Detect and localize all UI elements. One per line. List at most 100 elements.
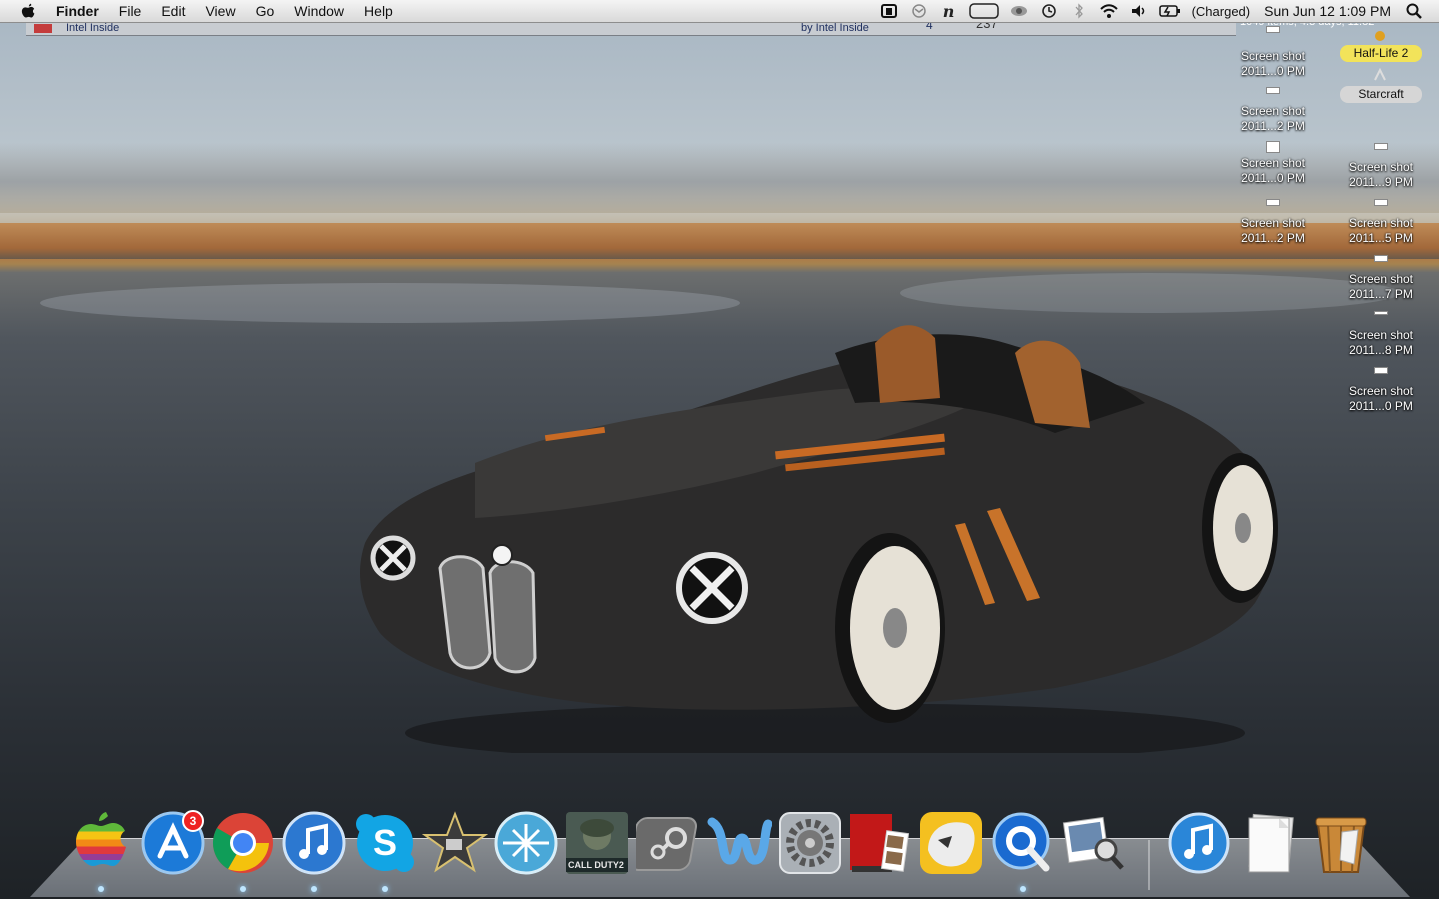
desktop-icon-screenshot[interactable]: Screen shot 2011...2 PM [1225,199,1321,246]
itunes-icon [282,811,346,875]
battery-icon[interactable] [1158,3,1181,19]
running-indicator [1020,886,1026,892]
apple-menu-icon[interactable] [18,2,38,20]
battery-status[interactable]: (Charged) [1192,4,1251,19]
running-indicator [311,886,317,892]
menu-clock[interactable]: Sun Jun 12 1:09 PM [1264,3,1391,19]
dock-quicktime[interactable] [990,810,1056,876]
dock-documents[interactable] [1237,810,1303,876]
running-indicator [240,886,246,892]
desktop-icon-screenshot[interactable]: Screen shot 2011...0 PM [1225,141,1321,186]
itunes-icon [1168,812,1230,874]
window-number: 237 [976,22,998,31]
dock-finder[interactable] [68,810,134,876]
skype-icon: S [356,814,414,872]
dock-separator [1148,840,1150,890]
document-stack-icon [1248,813,1294,873]
half-life-icon [1375,31,1385,41]
starcraft-icon [1374,68,1386,81]
desktop-icon-screenshot[interactable]: Screen shot 2011...5 PM [1333,199,1429,246]
desktop-icon-half-life[interactable] [1332,30,1428,46]
sync-icon[interactable] [879,3,899,19]
dock-steam[interactable] [636,810,702,876]
preview-loupe-icon [1062,816,1124,870]
starcraft-label[interactable]: Starcraft [1340,86,1422,103]
running-indicator [98,886,104,892]
chrome-icon [212,813,273,873]
window-author[interactable]: by Intel Inside [801,22,869,34]
dock-skype[interactable]: S [352,810,418,876]
menu-view[interactable]: View [195,0,245,22]
growl-icon [920,812,982,874]
dock-chrome[interactable] [210,810,276,876]
gear-icon [779,812,841,874]
dock-word[interactable] [706,810,772,876]
menu-help[interactable]: Help [354,0,403,22]
desktop-icon-screenshot[interactable]: Screen shot 2011...0 PM [1333,367,1429,414]
desktop-icon-starcraft[interactable] [1332,68,1428,82]
transmission-icon [494,811,558,875]
eye-icon[interactable] [1009,3,1029,19]
menu-go[interactable]: Go [246,0,285,22]
screenshot-thumbnail [1266,87,1280,94]
quicktime-icon [992,812,1050,872]
wifi-icon[interactable] [1099,3,1119,19]
window-title: Intel Inside [66,22,120,34]
n-icon[interactable]: n [939,2,959,21]
svg-text:S: S [373,822,397,863]
desktop-icon-screenshot[interactable]: Screen shot 2011...2 PM [1225,87,1321,134]
imovie-star-icon [422,811,488,873]
mail-icon[interactable] [909,3,929,19]
desktop-wallpaper [0,23,1439,899]
screenshot-thumbnail [1374,367,1388,374]
dock-system-preferences[interactable] [777,810,843,876]
dock-trash[interactable] [1308,810,1374,876]
dock-itunes[interactable] [281,810,347,876]
desktop-icon-screenshot[interactable]: Screen shot 2011...9 PM [1333,143,1429,190]
screen-icon[interactable] [968,3,999,19]
dock-transmission[interactable] [493,810,559,876]
desktop-icon-screenshot[interactable]: Screen shot 2011...8 PM [1333,311,1429,358]
window-icon [34,24,52,33]
rainbow-apple-icon [76,812,126,866]
screenshot-thumbnail [1374,311,1388,315]
background-window[interactable]: Intel Inside by Intel Inside 4 237 [26,22,1236,36]
car-image [360,325,1278,753]
screenshot-thumbnail [1374,255,1388,262]
dock-itunes-folder[interactable] [1166,810,1232,876]
dock-imovie[interactable] [422,810,488,876]
word-icon [707,817,772,865]
app-store-badge: 3 [182,810,204,832]
menu-edit[interactable]: Edit [151,0,195,22]
menu-bar: Finder File Edit View Go Window Help n (… [0,0,1439,23]
bluetooth-icon[interactable] [1069,3,1089,19]
menu-window[interactable]: Window [284,0,354,22]
screenshot-thumbnail [1266,141,1280,153]
screenshot-thumbnail [1374,199,1388,206]
photo-booth-icon [850,814,910,872]
window-number: 4 [926,22,933,32]
time-machine-icon[interactable] [1039,3,1059,19]
dock-app-store[interactable]: 3 [140,810,206,876]
wallpaper-mountains [0,143,1439,213]
call-of-duty-label: CALL DUTY2 [568,860,624,870]
menu-app-finder[interactable]: Finder [52,0,109,22]
steam-icon [636,817,697,871]
dock-growl[interactable] [918,810,984,876]
dock-photo-booth[interactable] [846,810,912,876]
dock-call-of-duty-2[interactable]: CALL DUTY2 [564,810,630,876]
trash-bucket-icon [1315,817,1367,873]
volume-icon[interactable] [1129,3,1149,19]
spotlight-icon[interactable] [1404,3,1424,19]
dock-preview[interactable] [1060,810,1126,876]
screenshot-thumbnail [1266,199,1280,206]
wallpaper-reflection [900,273,1400,313]
menu-file[interactable]: File [109,0,152,22]
screenshot-thumbnail [1374,143,1388,150]
running-indicator [382,886,388,892]
desktop-icon-screenshot[interactable]: Screen shot 2011...7 PM [1333,255,1429,302]
half-life-label[interactable]: Half-Life 2 [1340,45,1422,62]
status-menus: n (Charged) Sun Jun 12 1:09 PM [874,0,1439,22]
desktop-icon-screenshot[interactable]: Screen shot 2011...0 PM [1225,26,1321,79]
wallpaper-shore [0,223,1439,259]
